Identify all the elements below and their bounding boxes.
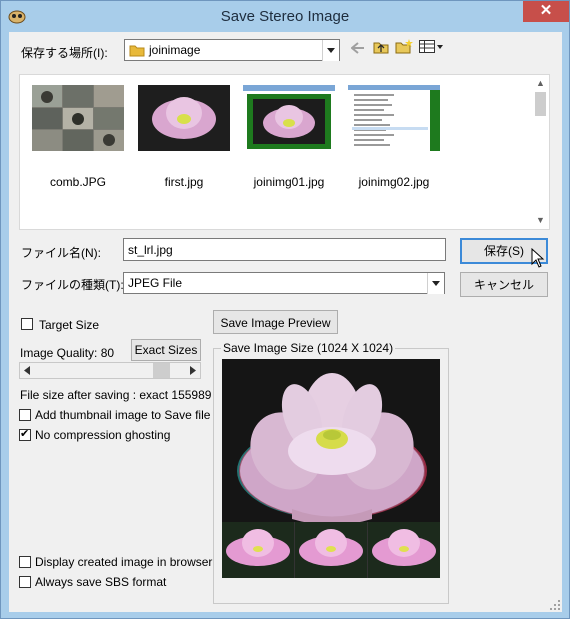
add-thumbnail-checkbox[interactable] xyxy=(19,409,31,421)
new-folder-icon[interactable] xyxy=(395,38,413,54)
filename-label: ファイル名(N): xyxy=(21,246,101,260)
comb-thumbnail xyxy=(32,85,124,151)
dialog-body: 保存する場所(I): joinimage comb.JPG first.jpg … xyxy=(9,32,562,612)
scroll-up-icon[interactable]: ▲ xyxy=(532,75,549,92)
file-name: first.jpg xyxy=(164,175,204,189)
file-item-joinimg01[interactable]: joinimg01.jpg xyxy=(243,85,335,189)
add-thumbnail-label: Add thumbnail image to Save file xyxy=(35,408,211,422)
slider-left-icon[interactable] xyxy=(23,366,31,375)
filetype-value: JPEG File xyxy=(128,276,183,290)
display-browser-label: Display created image in browser xyxy=(35,555,213,569)
save-image-preview-label: Save Image Preview xyxy=(220,316,331,330)
back-arrow-icon[interactable] xyxy=(351,42,365,54)
file-name: joinimg02.jpg xyxy=(358,175,430,189)
scroll-thumb[interactable] xyxy=(535,92,546,116)
display-browser-checkbox[interactable] xyxy=(19,556,31,568)
filetype-label: ファイルの種類(T): xyxy=(21,278,124,292)
filename-input[interactable]: st_lrl.jpg xyxy=(123,238,446,261)
file-name: joinimg01.jpg xyxy=(253,175,325,189)
file-item-comb[interactable]: comb.JPG xyxy=(32,85,124,189)
title-bar: Save Stereo Image ✕ xyxy=(1,1,569,32)
up-folder-icon[interactable] xyxy=(373,39,389,54)
file-name: comb.JPG xyxy=(49,175,106,189)
first-thumbnail xyxy=(138,85,230,151)
joinimg02-thumbnail xyxy=(348,85,440,151)
file-list-scrollbar[interactable]: ▲ ▼ xyxy=(532,75,549,229)
close-button[interactable]: ✕ xyxy=(523,1,569,22)
location-folder-name: joinimage xyxy=(149,43,201,57)
resize-grip-icon[interactable] xyxy=(549,599,561,611)
location-combobox[interactable]: joinimage xyxy=(124,39,340,61)
target-size-checkbox[interactable] xyxy=(21,318,33,330)
exact-sizes-button[interactable]: Exact Sizes xyxy=(131,339,201,361)
location-label: 保存する場所(I): xyxy=(21,46,108,60)
save-image-preview-button[interactable]: Save Image Preview xyxy=(213,310,338,334)
view-menu-icon[interactable] xyxy=(419,40,445,53)
filename-value: st_lrl.jpg xyxy=(128,243,173,257)
cancel-button[interactable]: キャンセル xyxy=(460,272,548,297)
save-button-label: 保存(S) xyxy=(484,244,524,258)
image-quality-label: Image Quality: 80 xyxy=(20,346,115,360)
image-quality-slider[interactable] xyxy=(19,362,201,379)
location-dropdown-arrow[interactable] xyxy=(322,40,339,61)
group-title: Save Image Size (1024 X 1024) xyxy=(221,341,396,355)
save-image-size-group: Save Image Size (1024 X 1024) xyxy=(213,341,449,604)
file-size-text: File size after saving : exact 155989 xyxy=(20,388,212,402)
exact-sizes-label: Exact Sizes xyxy=(134,343,198,357)
file-item-joinimg02[interactable]: joinimg02.jpg xyxy=(348,85,440,189)
joinimg01-thumbnail xyxy=(243,85,335,151)
cancel-button-label: キャンセル xyxy=(473,278,534,292)
lotus-preview xyxy=(222,359,440,578)
always-sbs-checkbox[interactable] xyxy=(19,576,31,588)
file-item-first[interactable]: first.jpg xyxy=(138,85,230,189)
folder-icon xyxy=(129,45,145,57)
no-compression-checkbox[interactable] xyxy=(19,427,31,441)
file-list[interactable]: comb.JPG first.jpg joinimg01.jpg joinimg… xyxy=(19,74,550,230)
no-compression-label: No compression ghosting xyxy=(35,428,171,442)
window-title: Save Stereo Image xyxy=(220,8,350,25)
filetype-select[interactable]: JPEG File xyxy=(123,272,445,294)
stereo-preview-image xyxy=(222,359,440,578)
always-sbs-label: Always save SBS format xyxy=(35,575,167,589)
target-size-label: Target Size xyxy=(39,318,100,332)
scroll-down-icon[interactable]: ▼ xyxy=(532,212,549,229)
save-stereo-image-dialog: Save Stereo Image ✕ 保存する場所(I): joinimage xyxy=(0,0,570,619)
slider-thumb[interactable] xyxy=(153,363,170,378)
filetype-dropdown-arrow[interactable] xyxy=(427,273,444,294)
mouse-cursor-icon xyxy=(531,248,545,268)
slider-right-icon[interactable] xyxy=(189,366,197,375)
